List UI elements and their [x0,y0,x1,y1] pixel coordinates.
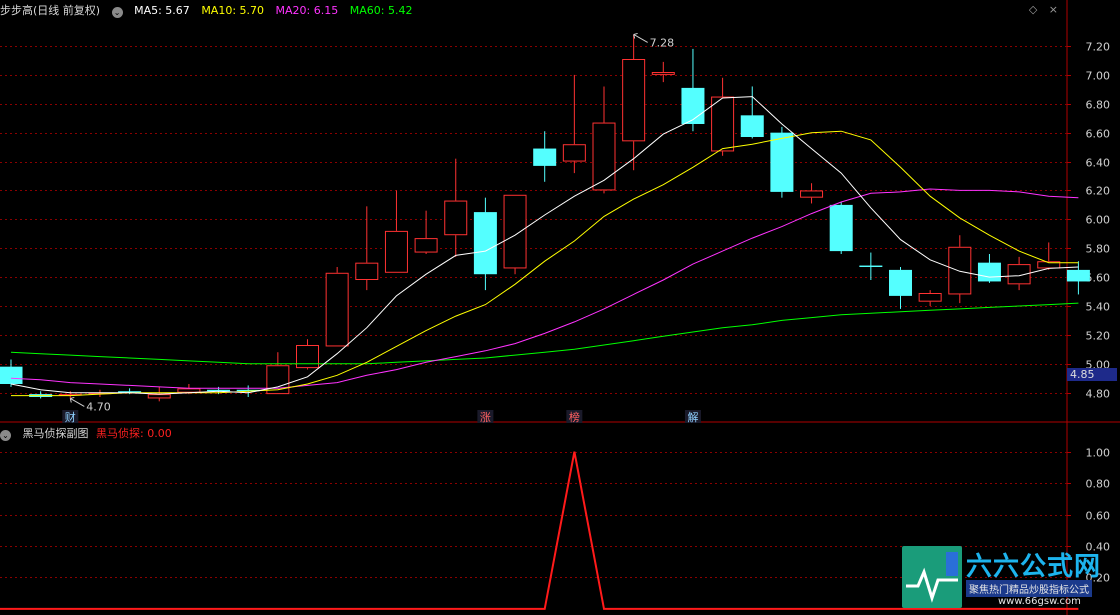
price-annotation: 7.28 [650,36,675,49]
candle-body[interactable] [473,212,497,275]
price-tick-label: 5.40 [1086,301,1111,314]
candle-body[interactable] [562,144,586,162]
candle-body[interactable] [859,265,883,267]
indicator-label: 黑马侦探: 0.00 [96,427,172,440]
ma10-label: MA10: 5.70 [201,4,265,17]
ma20-label: MA20: 6.15 [275,4,339,17]
chevron-down-icon[interactable]: ⌄ [111,7,123,18]
price-arrow-icon [633,32,648,43]
candle-body[interactable] [444,200,468,236]
stock-title[interactable]: 步步高(日线 前复权) [0,4,100,17]
candle-body[interactable] [977,262,1001,282]
candle-body[interactable] [918,293,942,302]
price-tick-label: 6.80 [1086,99,1111,112]
candle-body[interactable] [384,230,408,273]
price-tick-label: 7.00 [1086,70,1111,83]
candle-body[interactable] [325,272,349,347]
diamond-icon[interactable]: ◇ [1029,3,1037,16]
price-tick-label: 5.80 [1086,243,1111,256]
candle-body[interactable] [889,269,912,296]
candle-body[interactable] [681,87,705,124]
candle-body[interactable] [770,132,794,192]
candle-body[interactable] [711,96,735,152]
logo-title: 六六公式网 [966,552,1102,582]
candle-body[interactable] [622,59,646,142]
price-tick-label: 6.20 [1086,185,1111,198]
price-annotation: 4.70 [86,400,111,413]
site-logo[interactable]: 六六公式网 聚焦热门精品炒股指标公式 www.66gsw.com [902,546,1118,612]
candle-body[interactable] [829,204,853,252]
event-marker[interactable]: 财 [65,410,76,424]
main-chart-header: 步步高(日线 前复权) ⌄ MA5: 5.67 MA10: 5.70 MA20:… [0,1,420,21]
event-marker[interactable]: 涨 [480,411,491,424]
candle-body[interactable] [177,388,201,393]
logo-url: www.66gsw.com [998,596,1081,607]
sub-chart-title[interactable]: 黑马侦探副图 [23,427,89,440]
sub-tick-label: 1.00 [1086,447,1111,460]
logo-mark-icon [902,546,962,608]
candle-body[interactable] [503,194,527,269]
price-tick-label: 5.20 [1086,330,1111,343]
top-right-icons: ◇ × [1021,3,1058,16]
candle-body[interactable] [147,394,171,399]
price-tick-label: 6.40 [1086,157,1111,170]
price-tick-label: 7.20 [1086,41,1111,54]
price-tick-label: 4.80 [1086,388,1111,401]
candle-body[interactable] [740,115,764,137]
ma60-label: MA60: 5.42 [349,4,413,17]
current-price-tag: 4.85 [1067,368,1117,381]
price-tick-label: 6.00 [1086,214,1111,227]
close-icon[interactable]: × [1049,3,1058,16]
ma20-line [10,188,1079,389]
candle-body[interactable] [414,238,438,253]
sub-tick-label: 0.80 [1086,478,1111,491]
candle-body[interactable] [1066,269,1090,282]
candle-body[interactable] [800,190,824,198]
price-tick-label: 6.60 [1086,128,1111,141]
ma5-label: MA5: 5.67 [134,4,190,17]
event-marker[interactable]: 榜 [569,410,580,424]
candle-body[interactable] [651,72,675,75]
price-arrow-icon [69,396,85,407]
chevron-down-icon[interactable]: ⌄ [0,430,11,441]
event-marker[interactable]: 解 [687,410,698,424]
candle-body[interactable] [0,366,23,384]
sub-chart-header: ⌄ 黑马侦探副图 黑马侦探: 0.00 [0,424,180,444]
logo-subtitle: 聚焦热门精品炒股指标公式 [966,580,1092,597]
candle-body[interactable] [533,148,557,166]
candle-body[interactable] [948,246,972,295]
sub-tick-label: 0.60 [1086,510,1111,523]
chart-canvas[interactable]: 4.805.005.205.405.605.806.006.206.406.60… [0,0,1120,615]
candle-body[interactable] [355,262,379,280]
